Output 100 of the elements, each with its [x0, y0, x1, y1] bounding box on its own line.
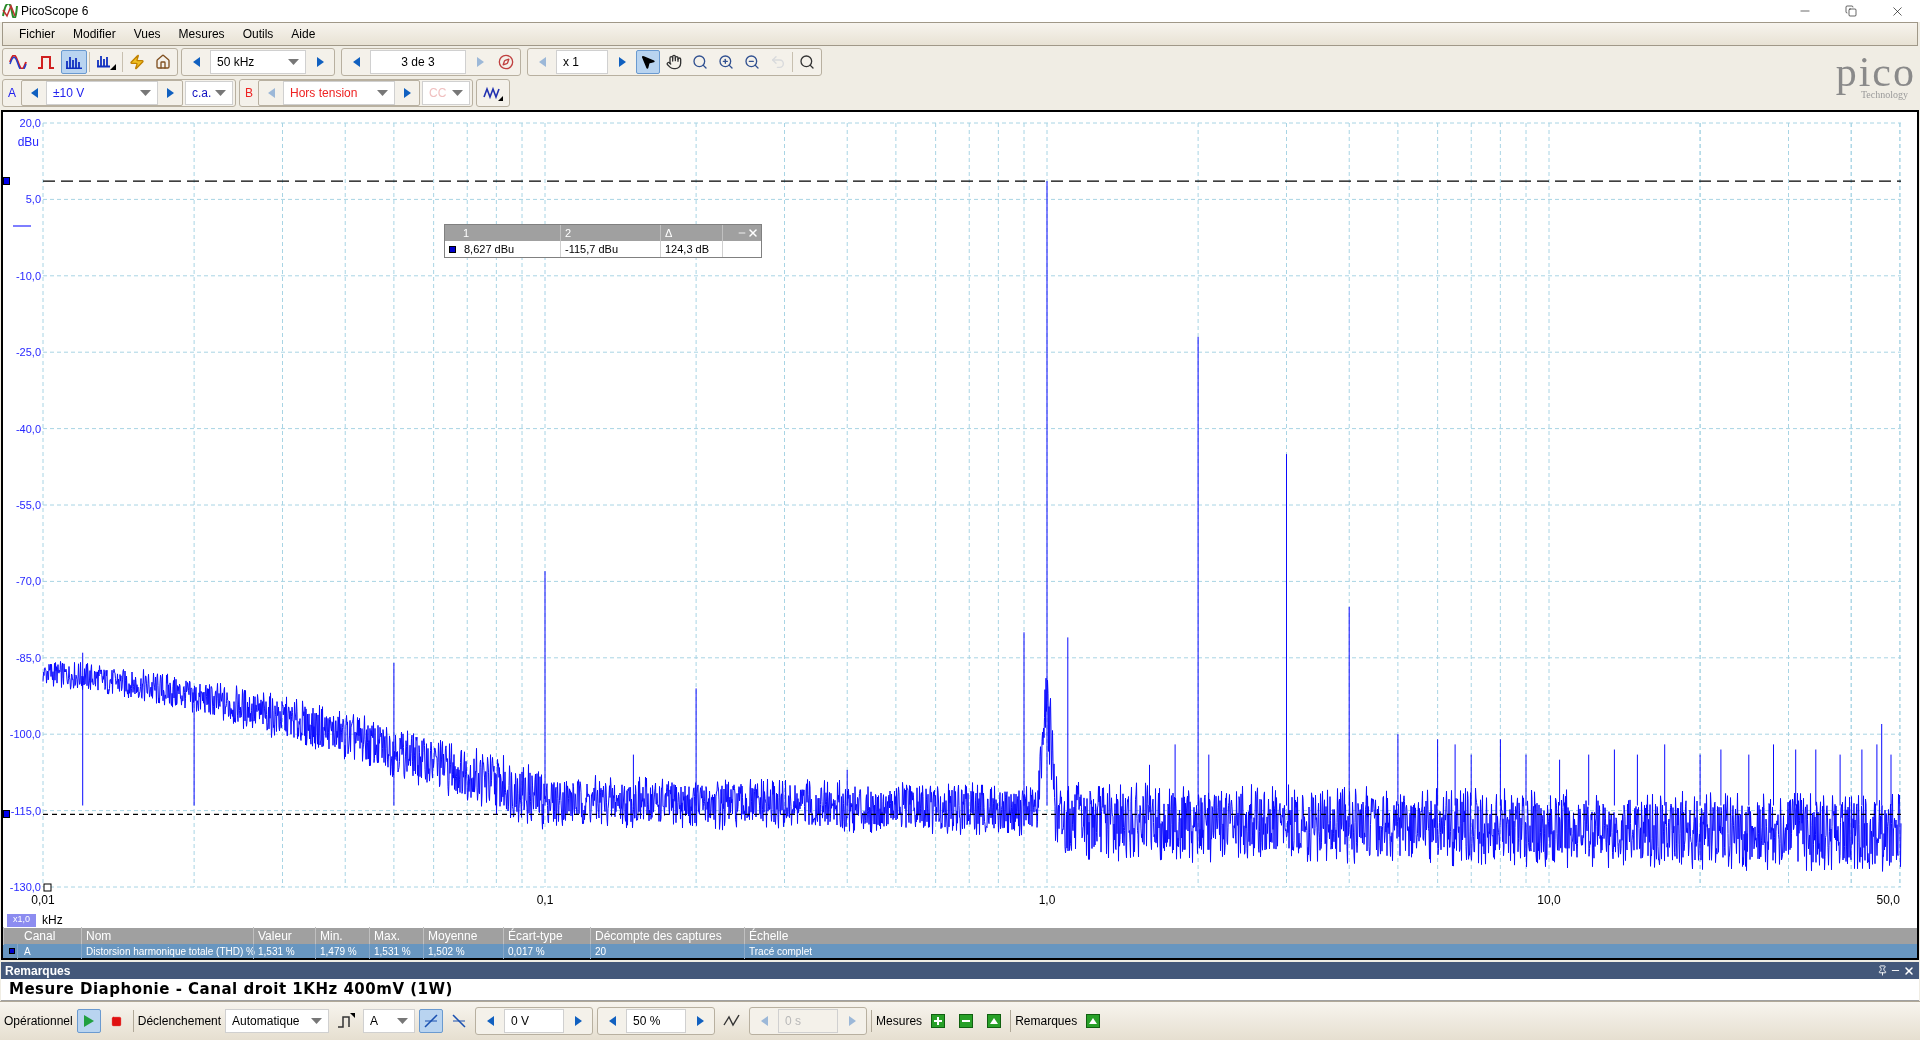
- run-button[interactable]: [76, 1009, 101, 1033]
- menu-item[interactable]: Aide: [283, 25, 324, 43]
- y-axis-label: -40,0: [15, 422, 41, 435]
- bar-spectrum-icon: [96, 54, 116, 70]
- menu-item[interactable]: Modifier: [65, 25, 124, 43]
- zoom-in-icon: [718, 54, 734, 70]
- caret-icon: [452, 90, 464, 96]
- menu-item[interactable]: Fichier: [11, 25, 63, 43]
- cursor-line[interactable]: [42, 180, 1902, 182]
- table-cell: Tracé complet: [744, 943, 864, 959]
- pretrigger-field[interactable]: 50 %: [626, 1009, 687, 1033]
- right-arrow-icon: [618, 57, 626, 67]
- table-cell: 20: [590, 943, 744, 959]
- cursor-handle[interactable]: [3, 810, 10, 819]
- falling-edge-icon: [451, 1013, 468, 1029]
- table-cell: 0,017 %: [503, 943, 590, 959]
- y-axis-label: -70,0: [15, 575, 41, 588]
- x-axis-handle[interactable]: [43, 883, 52, 892]
- pin-icon[interactable]: [1877, 965, 1888, 976]
- left-arrow-icon: [192, 57, 200, 67]
- y-axis-label: 5,0: [25, 193, 41, 206]
- trigger-label: Déclenchement: [137, 1013, 222, 1030]
- run-label: Opérationnel: [4, 1013, 73, 1030]
- edge-button[interactable]: [419, 1009, 444, 1033]
- caret-icon: [215, 90, 226, 96]
- coupling-dropdown[interactable]: c.a.: [185, 81, 233, 105]
- y-axis-label: 20,0: [19, 117, 41, 129]
- y-axis-label: -115,0: [10, 804, 41, 817]
- readout-value: 124,3 dB: [661, 240, 723, 258]
- home-icon: [155, 54, 171, 70]
- pointer-icon: [640, 54, 656, 70]
- delay-icon: [723, 1013, 742, 1029]
- threshold-field[interactable]: 0 V: [504, 1009, 565, 1033]
- menu-item[interactable]: Vues: [125, 25, 169, 43]
- cursor-handle[interactable]: [3, 177, 10, 186]
- left-arrow-icon: [538, 57, 546, 67]
- table-cell: 1,531 %: [253, 943, 315, 959]
- trigger-mode-dropdown[interactable]: Automatique: [225, 1009, 330, 1033]
- y-axis-label: -10,0: [15, 269, 41, 282]
- caret-icon: [377, 90, 389, 96]
- close-icon[interactable]: [1903, 964, 1915, 977]
- channel-button[interactable]: A: [5, 81, 19, 105]
- axis-marker: [12, 225, 32, 227]
- left-arrow-icon: [608, 1016, 616, 1026]
- minus-icon: [959, 1014, 974, 1028]
- channel-button[interactable]: B: [242, 81, 257, 105]
- x-axis-unit: kHz: [42, 912, 63, 929]
- pulse-edge-icon: [337, 1013, 356, 1029]
- bar-spectrum-icon: [65, 55, 83, 69]
- notes-label: Remarques: [1015, 1013, 1078, 1030]
- zoom-field[interactable]: x 1: [556, 50, 608, 74]
- caret-icon: [288, 59, 299, 65]
- left-arrow-icon: [267, 88, 275, 98]
- x-axis-label: 10,0: [1537, 893, 1561, 907]
- y-axis-label: -130,0: [9, 881, 41, 893]
- right-arrow-icon: [476, 57, 484, 67]
- rising-edge-icon: [423, 1013, 440, 1029]
- notes-field[interactable]: Mesure Diaphonie - Canal droit 1KHz 400mV (1W): [1, 979, 1919, 1001]
- caret-icon: [397, 1018, 409, 1024]
- window-title: PicoScope 6: [21, 3, 89, 20]
- y-axis-label: -55,0: [15, 499, 41, 511]
- frequency-dropdown[interactable]: 50 kHz: [210, 50, 306, 74]
- trigger-source-dropdown[interactable]: A: [363, 1009, 416, 1033]
- readout-value: 8,627 dBu: [460, 240, 561, 258]
- wave-icon: [483, 85, 504, 101]
- view-mode-button[interactable]: [61, 50, 87, 74]
- caret-icon: [140, 90, 151, 96]
- table-cell: 1,531 %: [369, 943, 423, 959]
- capture-field[interactable]: 3 de 3: [370, 50, 466, 74]
- left-arrow-icon: [486, 1016, 494, 1026]
- magnifier-icon: [799, 54, 815, 70]
- right-arrow-icon: [848, 1016, 856, 1026]
- square-pulse-icon: [37, 55, 55, 69]
- right-arrow-icon: [696, 1016, 704, 1026]
- left-arrow-icon: [760, 1016, 768, 1026]
- x-axis-label: 0,01: [31, 893, 55, 907]
- range-dropdown[interactable]: ±10 V: [46, 81, 158, 105]
- x-axis-label: 1,0: [1038, 893, 1056, 907]
- right-arrow-icon: [316, 57, 324, 67]
- cursor-line[interactable]: [42, 813, 1902, 815]
- restore-icon: [1845, 5, 1857, 17]
- undo-icon: [770, 54, 786, 70]
- table-cell: 1,479 %: [315, 943, 369, 959]
- menu-item[interactable]: Mesures: [170, 25, 233, 43]
- readout-header: 1: [445, 224, 561, 242]
- compass-icon: [498, 54, 514, 70]
- tool-button[interactable]: [636, 50, 660, 74]
- table-cell: 1,502 %: [423, 943, 503, 959]
- notes-title: Remarques: [5, 962, 71, 980]
- y-axis-label: -85,0: [15, 651, 41, 664]
- play-icon: [83, 1015, 94, 1027]
- measurements-label: Mesures: [876, 1013, 923, 1030]
- y-axis-label: -100,0: [9, 728, 41, 741]
- right-arrow-icon: [403, 88, 411, 98]
- readout-value: -115,7 dBu: [561, 240, 661, 258]
- menu-item[interactable]: Outils: [234, 25, 282, 43]
- stop-icon: [111, 1015, 123, 1027]
- caret-icon: [311, 1018, 323, 1024]
- table-cell: A: [17, 943, 81, 959]
- range-dropdown[interactable]: Hors tension: [283, 81, 396, 105]
